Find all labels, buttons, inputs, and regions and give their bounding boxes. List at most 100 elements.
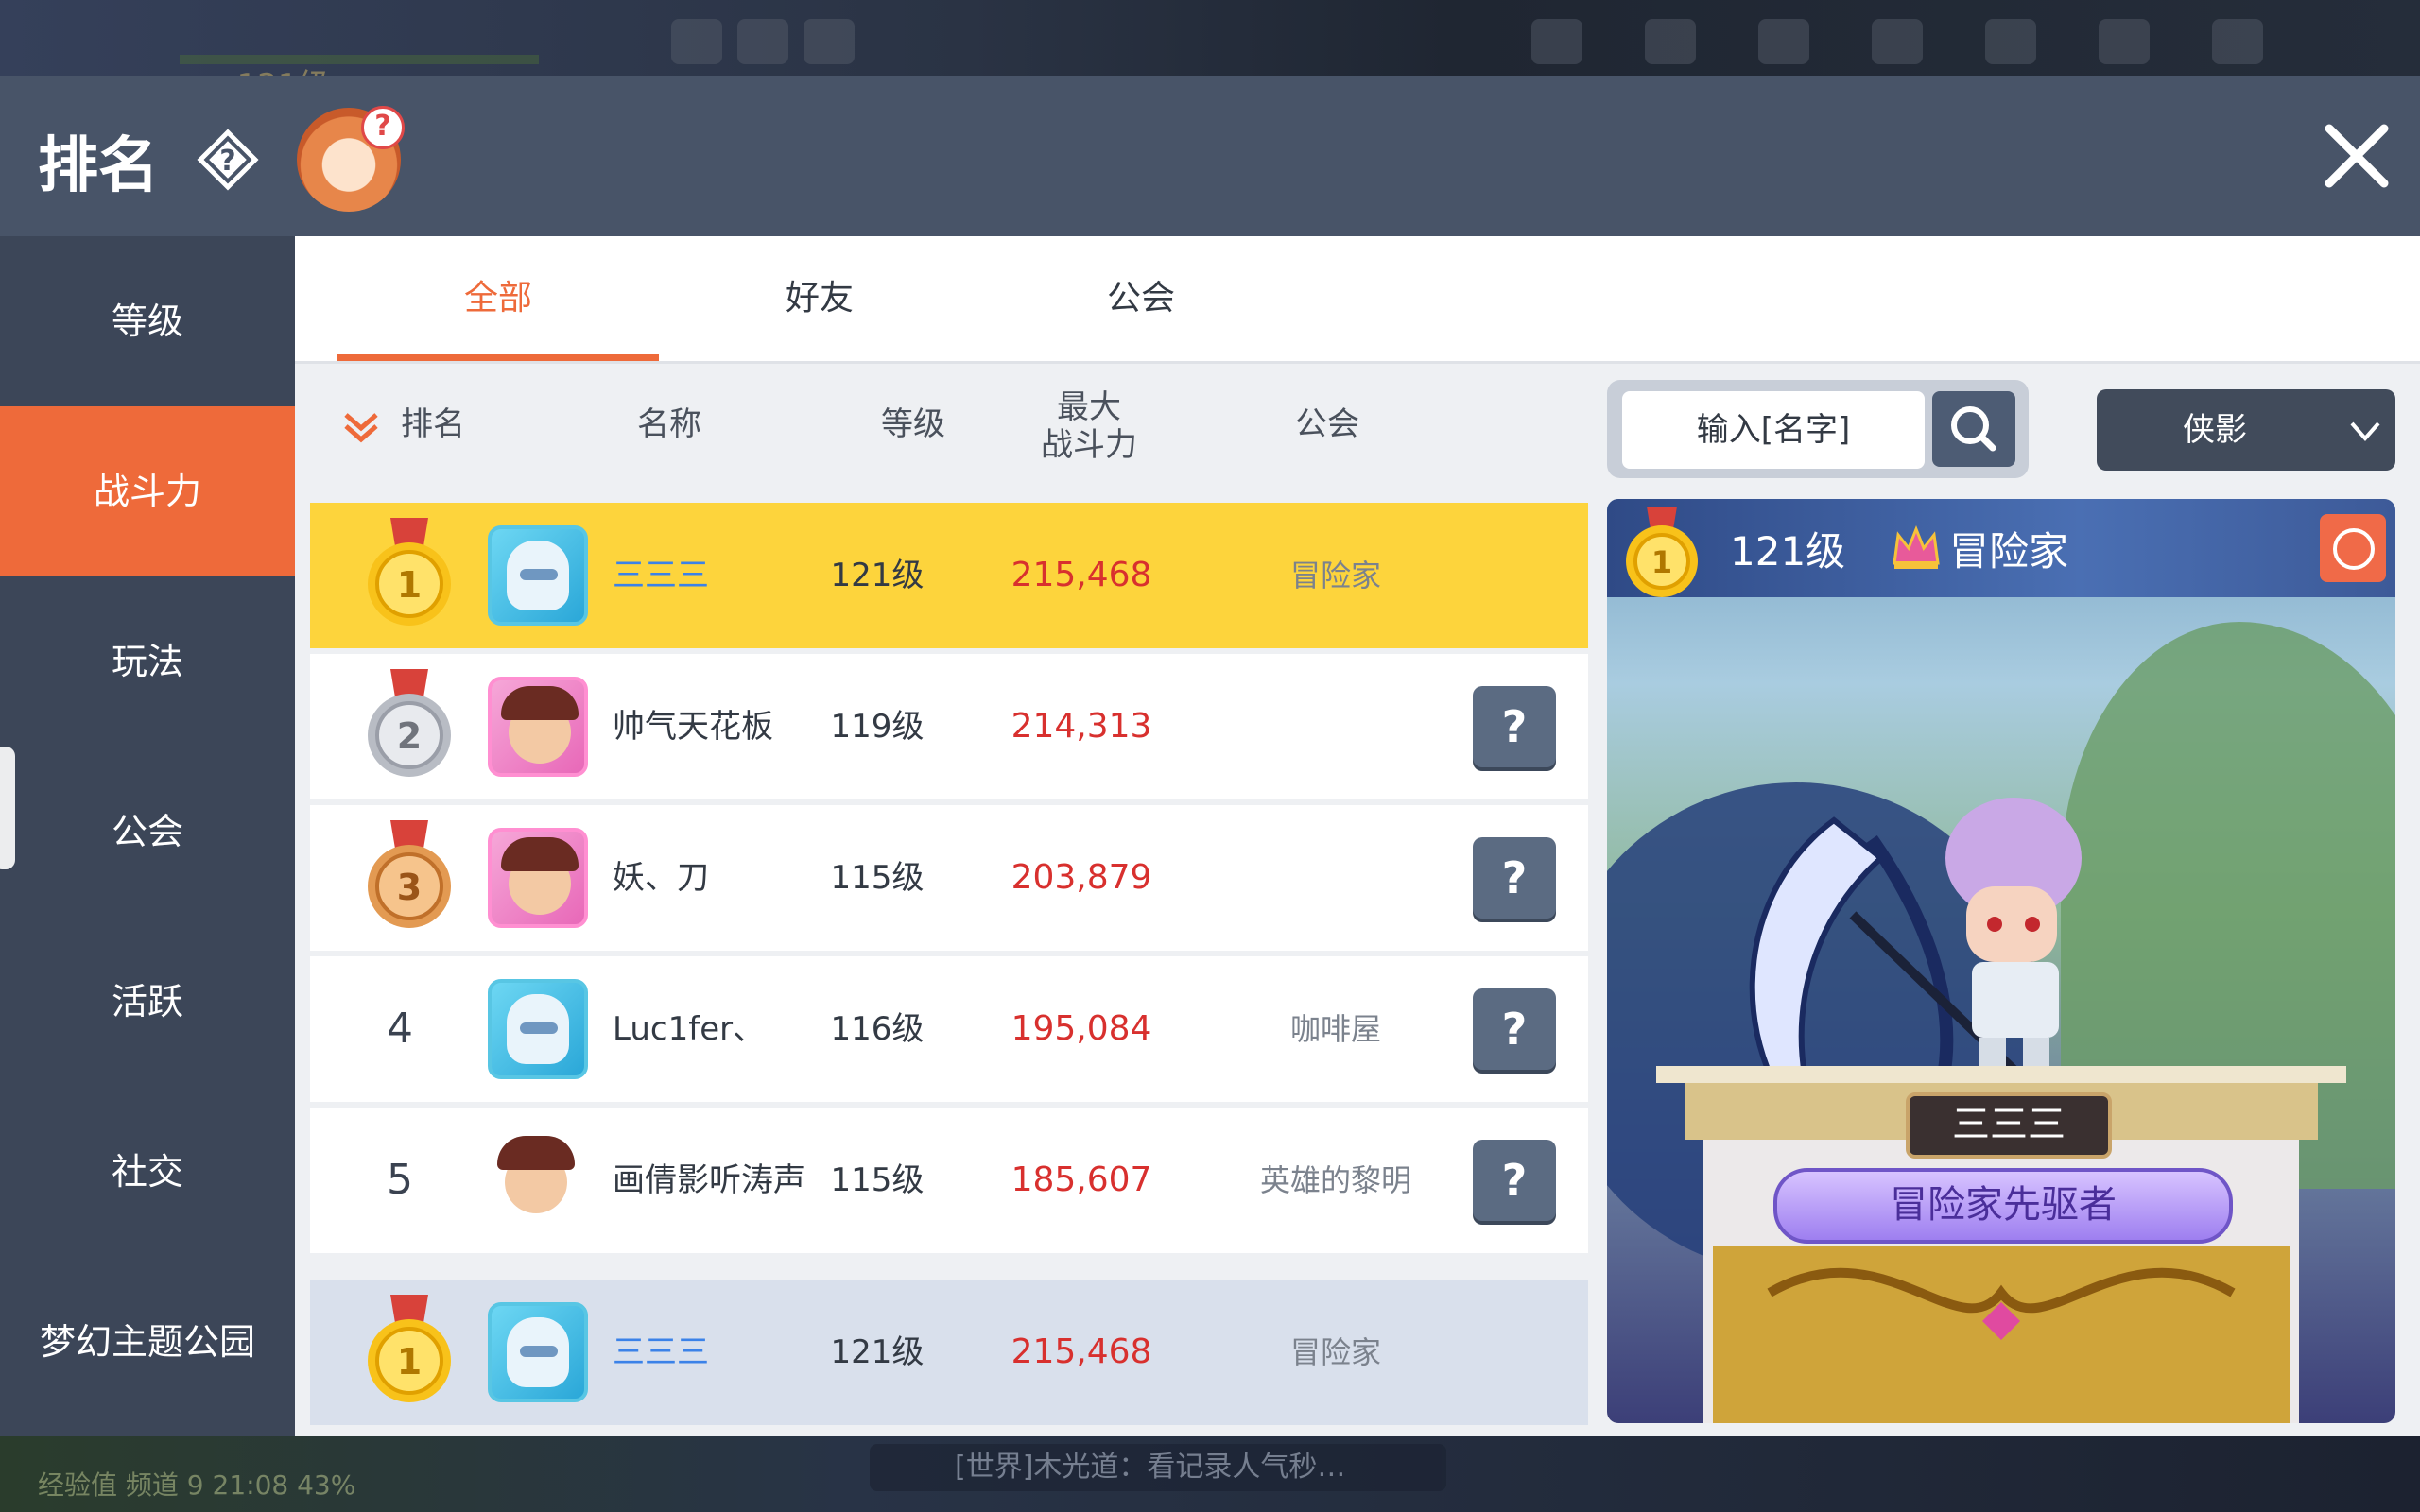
avatar[interactable] xyxy=(488,1302,588,1402)
col-max-power: 最大 战斗力 xyxy=(1032,388,1146,464)
rank-number: 5 xyxy=(387,1156,413,1204)
col-name: 名称 xyxy=(637,405,701,443)
rank-number: 4 xyxy=(387,1005,413,1053)
friends-icon xyxy=(2099,19,2150,64)
job-filter-value: 侠影 xyxy=(2183,411,2247,449)
gold-medal-icon: 1 xyxy=(1626,507,1698,597)
search-button[interactable] xyxy=(1932,391,2015,467)
sort-chevron-icon[interactable] xyxy=(340,405,382,447)
guild-name: 咖啡屋 xyxy=(1289,1011,1381,1047)
question-bubble-icon: ? xyxy=(361,106,405,149)
sidebar-item-activity[interactable]: 活跃 xyxy=(0,917,295,1087)
rank-number: 2 xyxy=(397,715,422,757)
table-row[interactable]: 3 妖、刀 115级 203,879 ? xyxy=(310,805,1588,951)
avatar[interactable] xyxy=(488,979,588,1079)
avatar[interactable] xyxy=(488,1130,588,1230)
guild-name: 冒险家 xyxy=(1289,558,1381,593)
sidebar-item-gameplay[interactable]: 玩法 xyxy=(0,576,295,747)
game-hud-top: 121级 三三三 xyxy=(0,0,2420,250)
search-box xyxy=(1607,380,2029,478)
player-level: 119级 xyxy=(830,708,925,746)
col-guild: 公会 xyxy=(1295,405,1359,443)
guild-name xyxy=(1227,654,1444,799)
combat-power: 214,313 xyxy=(1011,707,1152,746)
player-level: 115级 xyxy=(830,859,925,897)
avatar[interactable] xyxy=(488,828,588,928)
gold-medal-icon: 1 xyxy=(368,518,451,626)
table-row[interactable]: 5 画倩影听涛声 115级 185,607 英雄的黎明 ? xyxy=(310,1108,1588,1253)
gift-icon xyxy=(1531,19,1582,64)
sidebar-item-combat-power[interactable]: 战斗力 xyxy=(0,406,295,576)
status-text: 经验值 频道 9 21:08 43% xyxy=(38,1469,356,1501)
job-filter-dropdown[interactable]: 侠影 xyxy=(2097,389,2395,471)
gold-medal-icon: 1 xyxy=(368,1295,451,1402)
modal-header: 排名 ? ? xyxy=(0,76,2420,236)
table-row[interactable]: 4 Luc1fer、 116级 195,084 咖啡屋 ? xyxy=(310,956,1588,1102)
skill-icon xyxy=(737,19,788,64)
avatar[interactable] xyxy=(488,525,588,626)
combat-power: 215,468 xyxy=(1011,1332,1152,1371)
mail-icon xyxy=(1985,19,2036,64)
player-info-button[interactable]: ? xyxy=(1473,837,1556,919)
sidebar-item-theme-park[interactable]: 梦幻主题公园 xyxy=(0,1257,295,1427)
character-nameplate: 三三三 xyxy=(1906,1092,2112,1159)
player-name: 妖、刀 xyxy=(613,859,709,897)
guild-name: 英雄的黎明 xyxy=(1259,1162,1411,1198)
bag-icon xyxy=(1645,19,1696,64)
player-info-button[interactable]: ? xyxy=(1473,686,1556,767)
category-sidebar: 等级 战斗力 玩法 公会 活跃 社交 梦幻主题公园 xyxy=(0,236,295,1436)
col-level: 等级 xyxy=(881,405,945,443)
my-rank-row[interactable]: 1 三三三 121级 215,468 冒险家 xyxy=(310,1280,1588,1425)
col-max-power-line1: 最大 xyxy=(1057,388,1121,426)
search-input[interactable] xyxy=(1622,391,1925,469)
table-row[interactable]: 2 帅气天花板 119级 214,313 ? xyxy=(310,654,1588,799)
share-button[interactable] xyxy=(2320,514,2386,582)
chevron-down-icon xyxy=(2350,421,2380,442)
sidebar-item-social[interactable]: 社交 xyxy=(0,1087,295,1257)
side-handle[interactable] xyxy=(0,747,15,869)
guild-name: 冒险家 xyxy=(1289,1334,1381,1370)
preview-guild: 冒险家 xyxy=(1949,528,2069,575)
player-character xyxy=(1945,798,2082,1085)
combat-power: 215,468 xyxy=(1011,556,1152,594)
silver-medal-icon: 2 xyxy=(368,669,451,777)
player-name: 画倩影听涛声 xyxy=(613,1161,805,1199)
combat-power: 203,879 xyxy=(1011,858,1152,897)
player-level: 121级 xyxy=(830,1333,925,1371)
sidebar-item-level[interactable]: 等级 xyxy=(0,236,295,406)
col-max-power-line2: 战斗力 xyxy=(1041,426,1137,464)
rank-number: 3 xyxy=(397,867,422,908)
player-level: 121级 xyxy=(830,557,925,594)
sidebar-item-guild[interactable]: 公会 xyxy=(0,747,295,917)
column-header: 排名 名称 等级 最大 战斗力 公会 xyxy=(295,364,1590,485)
player-level: 115级 xyxy=(830,1161,925,1199)
ranking-content: 全部 好友 公会 排名 名称 等级 最大 战斗力 公会 输入[名字] 侠影 1 … xyxy=(295,236,2420,1436)
player-name: 三三三 xyxy=(613,557,709,594)
player-info-button[interactable]: ? xyxy=(1473,1140,1556,1221)
player-level: 116级 xyxy=(830,1010,925,1048)
character-title-badge: 冒险家先驱者 xyxy=(1773,1168,2233,1244)
help-diamond-icon[interactable]: ? xyxy=(195,127,261,193)
table-row[interactable]: 1 三三三 121级 215,468 冒险家 xyxy=(310,503,1588,648)
player-name: Luc1fer、 xyxy=(613,1010,766,1048)
shirt-icon xyxy=(1758,19,1809,64)
character-preview: 1 121级 冒险家 三三三 冒险家先驱者 xyxy=(1607,499,2395,1423)
shop-icon xyxy=(1872,19,1923,64)
combat-power: 185,607 xyxy=(1011,1160,1152,1199)
avatar[interactable] xyxy=(488,677,588,777)
player-name: 帅气天花板 xyxy=(613,708,773,746)
page-title: 排名 xyxy=(38,131,159,201)
preview-level: 121级 xyxy=(1730,528,1846,575)
close-icon[interactable] xyxy=(2314,113,2399,198)
chat-preview[interactable]: [世界]木光道：看记录人气秒… xyxy=(870,1444,1446,1491)
skill-icon xyxy=(804,19,855,64)
guide-mascot-avatar[interactable]: ? xyxy=(297,106,405,212)
tab-all[interactable]: 全部 xyxy=(337,236,659,361)
col-rank: 排名 xyxy=(401,405,465,443)
tab-guild[interactable]: 公会 xyxy=(980,236,1302,361)
search-icon xyxy=(1951,406,1996,452)
xp-bar xyxy=(180,55,539,64)
player-info-button[interactable]: ? xyxy=(1473,988,1556,1070)
tab-friends[interactable]: 好友 xyxy=(659,236,980,361)
combat-power: 195,084 xyxy=(1011,1009,1152,1048)
